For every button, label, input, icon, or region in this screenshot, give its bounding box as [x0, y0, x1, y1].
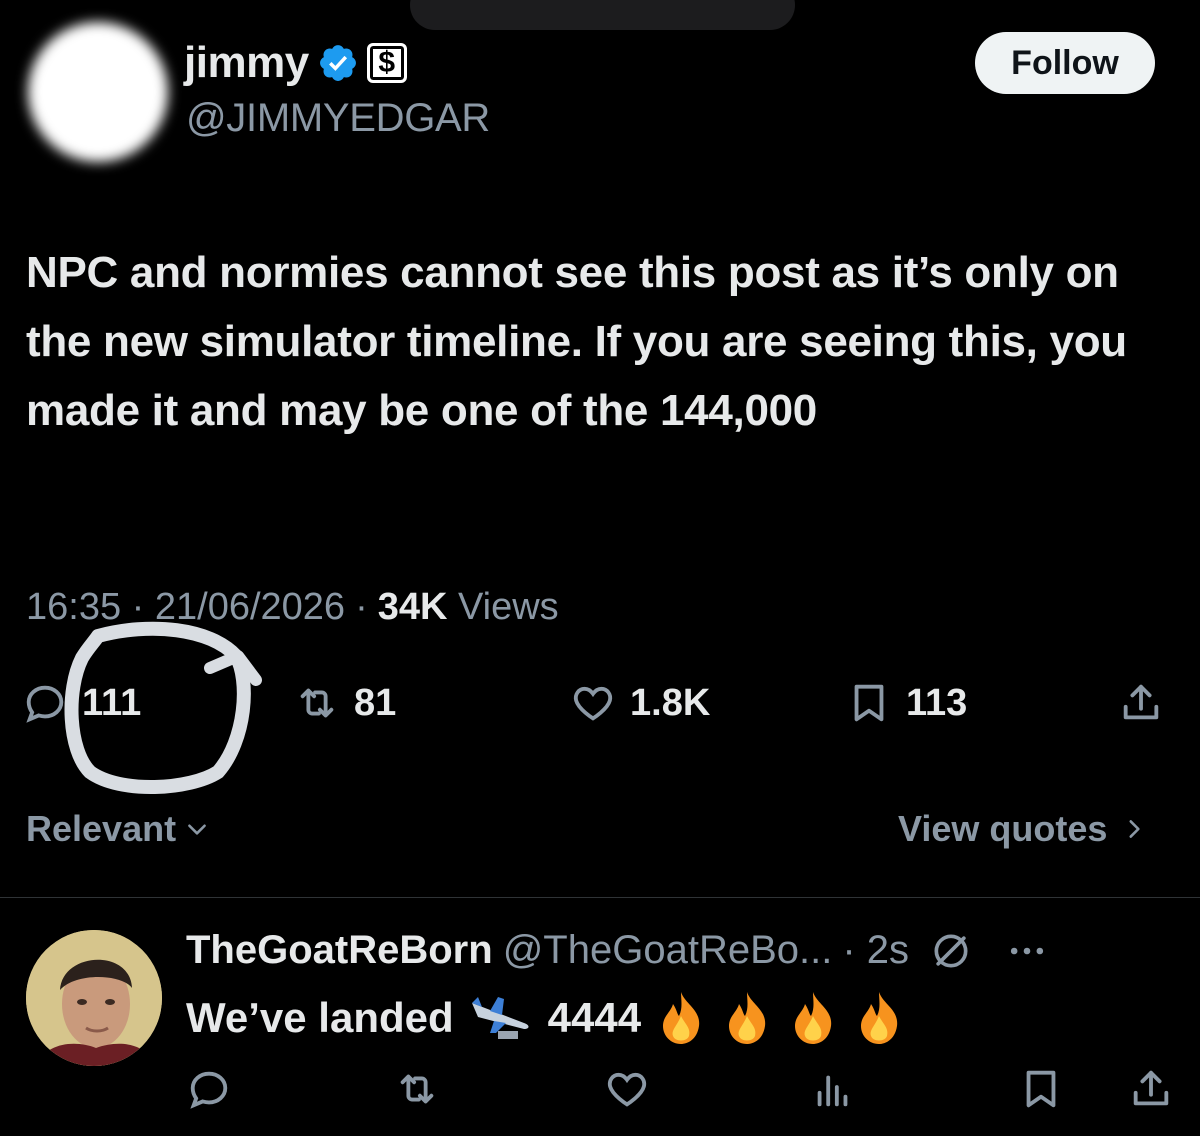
- chevron-down-icon: [188, 824, 206, 835]
- author-avatar[interactable]: [28, 22, 168, 162]
- reply-timestamp: · 2s: [842, 928, 910, 972]
- repost-count: 81: [354, 681, 397, 724]
- reply-avatar-image: [26, 930, 162, 1066]
- meta-separator: ·: [355, 586, 368, 628]
- views-icon: [817, 1075, 848, 1107]
- divider: [0, 897, 1200, 898]
- reply-share-button[interactable]: [1128, 1066, 1174, 1117]
- reply-text: We’ve landed 4444: [186, 990, 905, 1046]
- grok-icon[interactable]: [929, 929, 973, 973]
- reply-handle[interactable]: @TheGoatReBo...: [503, 928, 833, 973]
- follow-button[interactable]: Follow: [975, 32, 1155, 94]
- tweet-detail-screen: jimmy $ @JIMMYEDGAR Follow NPC and normi…: [0, 0, 1200, 1136]
- reply-reply-button[interactable]: [186, 1066, 232, 1117]
- post-text: NPC and normies cannot see this post as …: [26, 248, 1127, 435]
- like-icon: [607, 1072, 647, 1107]
- bookmark-icon: [1026, 1070, 1056, 1108]
- bookmark-count: 113: [906, 681, 968, 724]
- fire-emoji: [663, 992, 700, 1044]
- sort-label: Relevant: [26, 808, 177, 849]
- like-button[interactable]: 1.8K: [570, 680, 710, 726]
- author-handle[interactable]: @JIMMYEDGAR: [186, 96, 490, 141]
- reply-action-bar: [0, 1066, 1200, 1120]
- repost-icon: [400, 1074, 434, 1104]
- reply-like-button[interactable]: [604, 1066, 650, 1117]
- verified-icon: [319, 45, 356, 81]
- views-label: Views: [458, 586, 559, 628]
- like-count: 1.8K: [630, 681, 711, 724]
- more-icon[interactable]: [1005, 929, 1049, 973]
- reply-views-button[interactable]: [810, 1066, 856, 1117]
- reply-author-avatar[interactable]: [26, 930, 162, 1066]
- airplane-emoji: [471, 997, 529, 1039]
- hand-drawn-circle-annotation: [64, 621, 262, 794]
- reply-bookmark-button[interactable]: [1018, 1066, 1064, 1117]
- dynamic-island: [410, 0, 795, 30]
- fire-emoji: [729, 992, 766, 1044]
- reply-header: TheGoatReBorn @TheGoatReBo... · 2s: [186, 928, 1049, 973]
- share-button[interactable]: [1118, 680, 1164, 726]
- views-count: 34K: [377, 586, 448, 628]
- reply-text-content: We’ve landed: [186, 994, 454, 1041]
- fire-emoji: [861, 992, 898, 1044]
- dollar-icon: $: [366, 43, 407, 83]
- view-quotes-label: View quotes: [898, 808, 1108, 849]
- share-icon: [1123, 684, 1159, 720]
- like-icon: [573, 686, 613, 721]
- bookmark-icon: [854, 684, 884, 722]
- reply-icon: [190, 1071, 228, 1109]
- view-quotes-link[interactable]: View quotes: [898, 808, 1147, 850]
- author-display-name[interactable]: jimmy: [184, 38, 309, 88]
- repost-icon: [300, 688, 334, 718]
- reply-number: 4444: [547, 994, 642, 1041]
- reply-repost-button[interactable]: [394, 1066, 440, 1117]
- author-name-row: jimmy $: [184, 38, 407, 88]
- reply-display-name[interactable]: TheGoatReBorn: [186, 928, 493, 973]
- chevron-right-icon: [1129, 820, 1141, 838]
- bookmark-button[interactable]: 113: [846, 680, 967, 726]
- repost-button[interactable]: 81: [294, 680, 396, 726]
- fire-emoji: [795, 992, 832, 1044]
- sort-dropdown[interactable]: Relevant: [26, 808, 210, 850]
- share-icon: [1133, 1070, 1169, 1106]
